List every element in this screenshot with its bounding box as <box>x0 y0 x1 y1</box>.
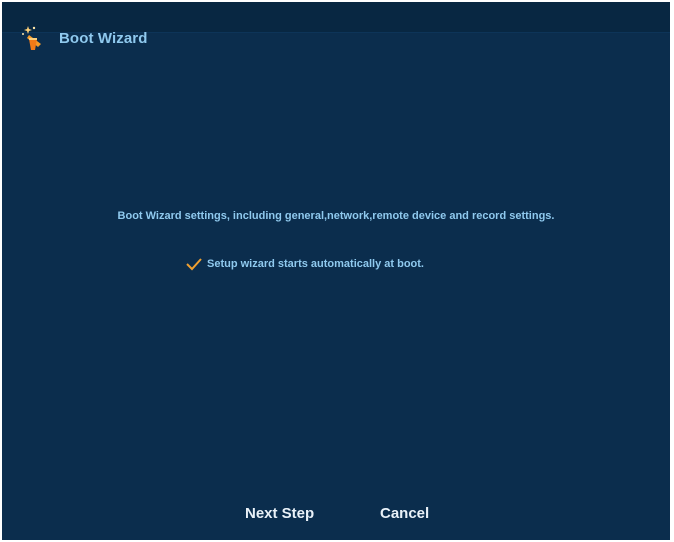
boot-wizard-window: Boot Wizard Boot Wizard settings, includ… <box>1 1 673 541</box>
cancel-button[interactable]: Cancel <box>380 505 429 522</box>
checkmark-icon <box>186 258 202 271</box>
wizard-wand-icon <box>22 26 41 50</box>
window-title: Boot Wizard <box>59 30 148 47</box>
auto-start-label: Setup wizard starts automatically at boo… <box>207 258 424 270</box>
auto-start-checkbox[interactable]: Setup wizard starts automatically at boo… <box>185 255 424 273</box>
wizard-description: Boot Wizard settings, including general,… <box>117 210 555 222</box>
next-step-button[interactable]: Next Step <box>245 505 314 522</box>
title-bar <box>2 2 670 33</box>
